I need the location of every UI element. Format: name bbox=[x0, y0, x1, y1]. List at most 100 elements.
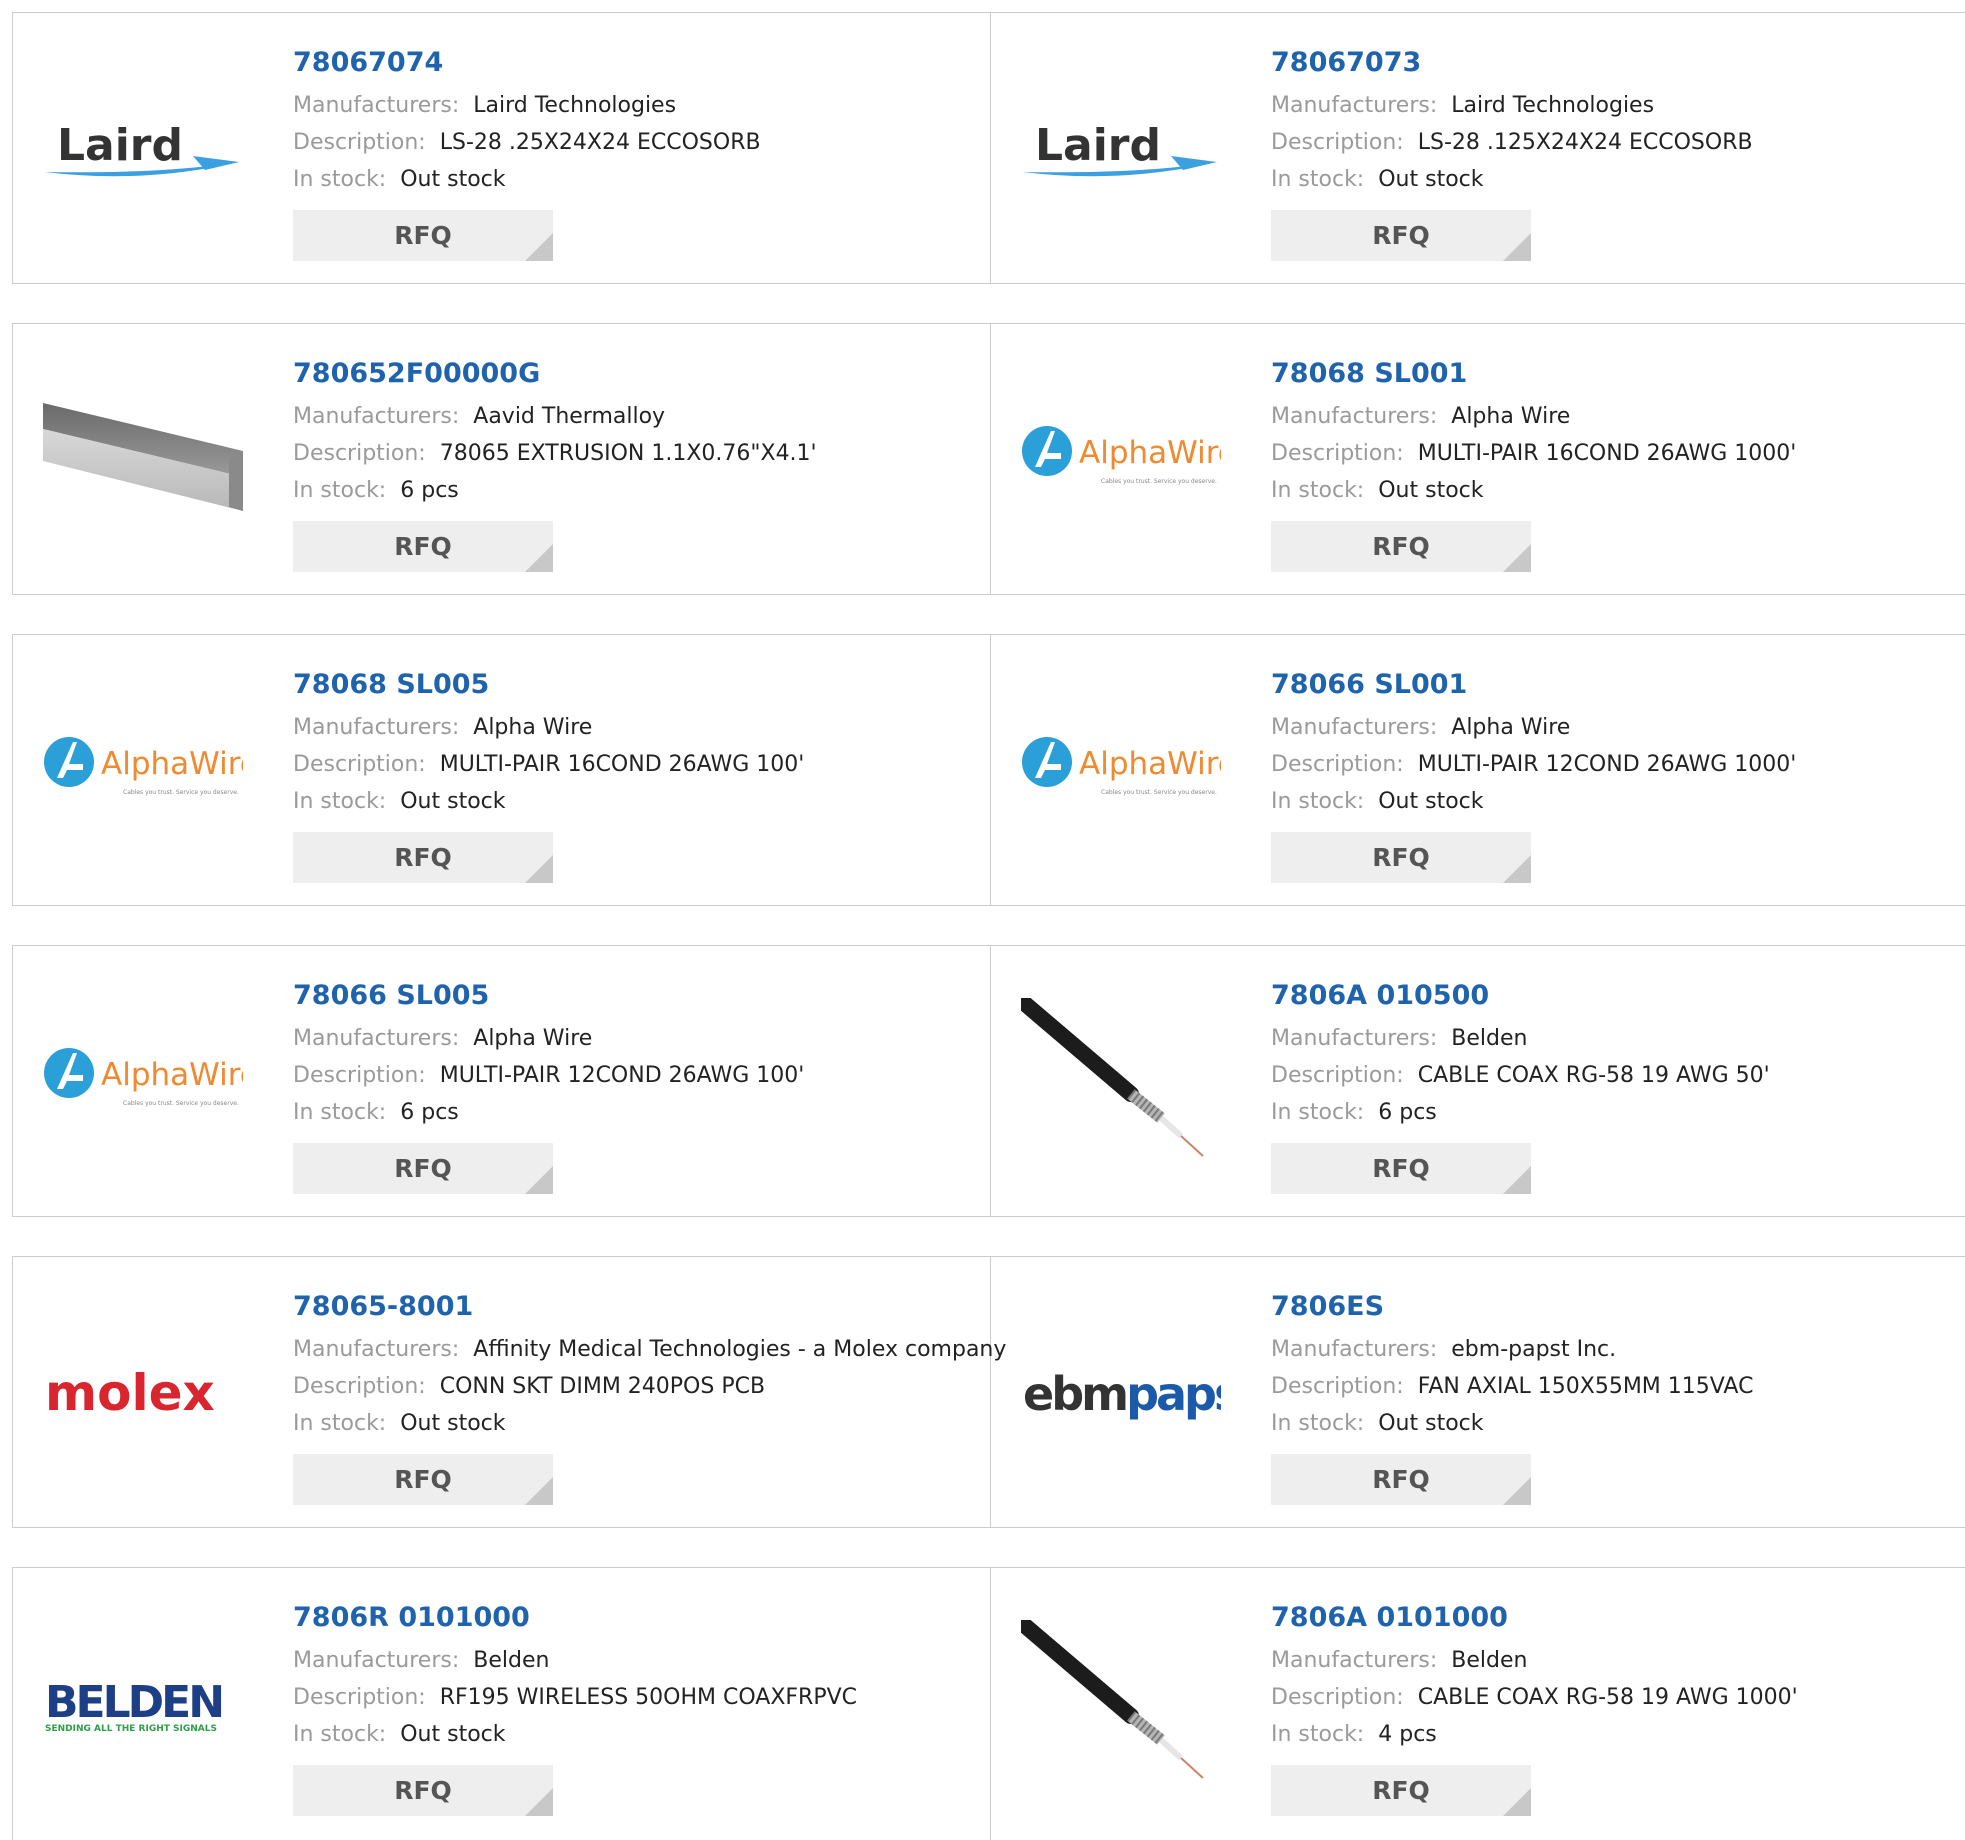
svg-text:Laird: Laird bbox=[1035, 120, 1161, 171]
description-value: 78065 EXTRUSION 1.1X0.76"X4.1' bbox=[439, 441, 817, 466]
description-value: MULTI-PAIR 12COND 26AWG 1000' bbox=[1417, 752, 1797, 777]
product-logo: ebmpapst bbox=[1019, 1297, 1223, 1491]
rfq-button[interactable]: RFQ bbox=[293, 1454, 553, 1505]
rfq-label: RFQ bbox=[394, 843, 452, 872]
product-card: 7806A 010500 Manufacturers: Belden Descript… bbox=[991, 946, 1965, 1216]
stock-label: In stock: bbox=[1271, 1722, 1365, 1747]
manufacturer-line: Manufacturers: ebm-papst Inc. bbox=[1271, 1331, 1965, 1368]
part-number-link[interactable]: 78065-8001 bbox=[293, 1287, 990, 1327]
product-row: BELDEN SENDING ALL THE RIGHT SIGNALS 780… bbox=[12, 1567, 1965, 1840]
product-card: AlphaWire Cables you trust. Service you … bbox=[13, 635, 991, 905]
manufacturer-value: Belden bbox=[1451, 1648, 1528, 1673]
part-number-link[interactable]: 7806A 0101000 bbox=[1271, 1598, 1965, 1638]
stock-line: In stock: Out stock bbox=[293, 1405, 990, 1442]
part-number-link[interactable]: 78067074 bbox=[293, 43, 990, 83]
manufacturer-line: Manufacturers: Laird Technologies bbox=[293, 87, 990, 124]
product-logo: Laird bbox=[41, 53, 245, 247]
svg-text:molex: molex bbox=[45, 1364, 215, 1422]
svg-text:Cables you trust. Service you: Cables you trust. Service you deserve. bbox=[1101, 789, 1217, 796]
description-value: RF195 WIRELESS 50OHM COAXFRPVC bbox=[439, 1685, 858, 1710]
manufacturer-line: Manufacturers: Belden bbox=[1271, 1020, 1965, 1057]
product-info: 78068 SL005 Manufacturers: Alpha Wire Descr… bbox=[293, 665, 990, 883]
rfq-corner-icon bbox=[525, 544, 553, 572]
manufacturers-label: Manufacturers: bbox=[1271, 1337, 1438, 1362]
product-card: Laird 78067073 Manufacturers: Laird Techno… bbox=[991, 13, 1965, 283]
svg-text:Cables you trust. Service you: Cables you trust. Service you deserve. bbox=[123, 789, 239, 796]
molex-logo: molex bbox=[45, 1364, 215, 1422]
description-label: Description: bbox=[1271, 1685, 1404, 1710]
stock-value: 6 pcs bbox=[400, 1100, 459, 1125]
description-line: Description: CABLE COAX RG-58 19 AWG 1000… bbox=[1271, 1679, 1965, 1716]
description-label: Description: bbox=[293, 1374, 426, 1399]
rfq-label: RFQ bbox=[394, 1776, 452, 1805]
part-number-link[interactable]: 780652F00000G bbox=[293, 354, 990, 394]
rfq-button[interactable]: RFQ bbox=[1271, 1143, 1531, 1194]
manufacturers-label: Manufacturers: bbox=[293, 1648, 460, 1673]
stock-value: Out stock bbox=[1378, 478, 1484, 503]
description-value: CONN SKT DIMM 240POS PCB bbox=[439, 1374, 766, 1399]
product-card: AlphaWire Cables you trust. Service you … bbox=[13, 946, 991, 1216]
rfq-button[interactable]: RFQ bbox=[1271, 832, 1531, 883]
rfq-button[interactable]: RFQ bbox=[293, 832, 553, 883]
rfq-button[interactable]: RFQ bbox=[1271, 521, 1531, 572]
svg-text:Laird: Laird bbox=[57, 120, 183, 171]
rfq-button[interactable]: RFQ bbox=[293, 1765, 553, 1816]
rfq-button[interactable]: RFQ bbox=[293, 1143, 553, 1194]
manufacturers-label: Manufacturers: bbox=[293, 1337, 460, 1362]
description-label: Description: bbox=[1271, 441, 1404, 466]
manufacturer-value: Affinity Medical Technologies - a Molex … bbox=[473, 1337, 1007, 1362]
stock-value: Out stock bbox=[400, 789, 506, 814]
part-number-link[interactable]: 7806A 010500 bbox=[1271, 976, 1965, 1016]
rfq-label: RFQ bbox=[394, 1465, 452, 1494]
stock-value: Out stock bbox=[1378, 167, 1484, 192]
product-info: 7806A 010500 Manufacturers: Belden Descript… bbox=[1271, 976, 1965, 1194]
rfq-button[interactable]: RFQ bbox=[1271, 1765, 1531, 1816]
manufacturer-value: Laird Technologies bbox=[1451, 93, 1655, 118]
product-info: 7806A 0101000 Manufacturers: Belden Descrip… bbox=[1271, 1598, 1965, 1816]
rfq-corner-icon bbox=[1503, 233, 1531, 261]
manufacturer-line: Manufacturers: Belden bbox=[1271, 1642, 1965, 1679]
description-value: LS-28 .125X24X24 ECCOSORB bbox=[1417, 130, 1753, 155]
laird-logo: Laird bbox=[45, 120, 239, 177]
part-number-link[interactable]: 78068 SL005 bbox=[293, 665, 990, 705]
description-value: LS-28 .25X24X24 ECCOSORB bbox=[439, 130, 761, 155]
product-card: 780652F00000G Manufacturers: Aavid Thermal… bbox=[13, 324, 991, 594]
manufacturers-label: Manufacturers: bbox=[293, 404, 460, 429]
stock-value: 6 pcs bbox=[400, 478, 459, 503]
svg-text:BELDEN: BELDEN bbox=[45, 1677, 222, 1728]
stock-label: In stock: bbox=[293, 478, 387, 503]
rfq-corner-icon bbox=[1503, 855, 1531, 883]
rfq-button[interactable]: RFQ bbox=[293, 210, 553, 261]
description-label: Description: bbox=[293, 130, 426, 155]
stock-line: In stock: 6 pcs bbox=[293, 1094, 990, 1131]
rfq-corner-icon bbox=[525, 233, 553, 261]
product-card: 7806A 0101000 Manufacturers: Belden Descrip… bbox=[991, 1568, 1965, 1840]
rfq-button[interactable]: RFQ bbox=[293, 521, 553, 572]
part-number-link[interactable]: 78066 SL005 bbox=[293, 976, 990, 1016]
manufacturers-label: Manufacturers: bbox=[1271, 715, 1438, 740]
rfq-label: RFQ bbox=[1372, 221, 1430, 250]
product-row: Laird 78067074 Manufacturers: Laird Techno… bbox=[12, 12, 1965, 284]
rfq-button[interactable]: RFQ bbox=[1271, 210, 1531, 261]
part-number-link[interactable]: 78068 SL001 bbox=[1271, 354, 1965, 394]
rfq-corner-icon bbox=[1503, 1477, 1531, 1505]
product-row: AlphaWire Cables you trust. Service you … bbox=[12, 945, 1965, 1217]
part-number-link[interactable]: 7806R 0101000 bbox=[293, 1598, 990, 1638]
manufacturers-label: Manufacturers: bbox=[1271, 93, 1438, 118]
manufacturer-value: Belden bbox=[473, 1648, 550, 1673]
manufacturers-label: Manufacturers: bbox=[293, 715, 460, 740]
manufacturer-line: Manufacturers: Belden bbox=[293, 1642, 990, 1679]
part-number-link[interactable]: 7806ES bbox=[1271, 1287, 1965, 1327]
part-number-link[interactable]: 78067073 bbox=[1271, 43, 1965, 83]
stock-value: 4 pcs bbox=[1378, 1722, 1437, 1747]
alphawire-logo: AlphaWire Cables you trust. Service you … bbox=[44, 737, 243, 796]
rfq-button[interactable]: RFQ bbox=[1271, 1454, 1531, 1505]
rfq-label: RFQ bbox=[1372, 843, 1430, 872]
rfq-corner-icon bbox=[525, 1788, 553, 1816]
rfq-label: RFQ bbox=[1372, 532, 1430, 561]
part-number-link[interactable]: 78066 SL001 bbox=[1271, 665, 1965, 705]
svg-text:Cables you trust. Service you: Cables you trust. Service you deserve. bbox=[1101, 478, 1217, 485]
description-value: MULTI-PAIR 12COND 26AWG 100' bbox=[439, 1063, 805, 1088]
description-value: CABLE COAX RG-58 19 AWG 1000' bbox=[1417, 1685, 1798, 1710]
description-line: Description: FAN AXIAL 150X55MM 115VAC bbox=[1271, 1368, 1965, 1405]
